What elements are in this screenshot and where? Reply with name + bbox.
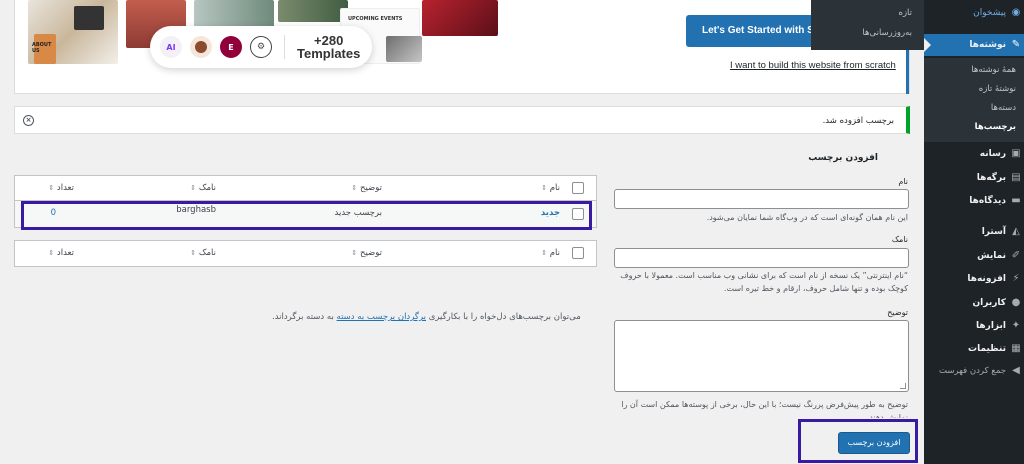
new-content-dropdown: تازه به‌روزرسانی‌ها <box>811 0 924 50</box>
slug-help-text: “نام اینترنتی” یک نسخه از نام است که برا… <box>620 271 908 293</box>
note-text-before: می‌توان برچسب‌های دل‌خواه را با بکارگیری <box>428 312 581 322</box>
select-all-checkbox-bottom[interactable] <box>572 247 584 259</box>
tag-slug-input[interactable] <box>614 248 909 268</box>
sidebar-sub-new-post[interactable]: نوشتهٔ تازه <box>924 80 1024 98</box>
conversion-note: می‌توان برچسب‌های دل‌خواه را با بکارگیری… <box>272 312 581 322</box>
template-thumb <box>74 6 104 30</box>
elementor-icon: E <box>220 36 242 58</box>
add-tag-title: افزودن برچسب <box>808 153 878 163</box>
sidebar-collapse-menu[interactable]: ◀ جمع کردن فهرست <box>924 361 1024 381</box>
sidebar-item-comments[interactable]: ▬ دیدگاه‌ها <box>924 190 1024 212</box>
wrench-icon: ✦ <box>1011 320 1021 331</box>
settings-icon: ▦ <box>1011 343 1021 354</box>
description-help-text: توضیح به طور پیش‌فرض پررنگ نیست؛ با این … <box>621 400 908 418</box>
name-label: نام <box>898 177 908 186</box>
pages-icon: ▤ <box>1011 172 1021 183</box>
highlight-box-row <box>21 201 592 230</box>
col-count-header[interactable]: تعداد ⇕ <box>48 176 74 201</box>
sidebar-item-appearance[interactable]: ✐ نمایش <box>924 245 1024 267</box>
tag-name-input[interactable] <box>614 189 909 209</box>
tags-table-footer: نام ⇕ توضیح ⇕ نامک ⇕ تعداد ⇕ <box>14 240 597 267</box>
brush-icon: ✐ <box>1011 250 1021 261</box>
tag-description-textarea[interactable] <box>614 320 909 392</box>
sidebar-item-astra[interactable]: ◭ آسترا <box>924 221 1024 243</box>
col-description-header[interactable]: توضیح ⇕ <box>351 176 382 201</box>
sort-icon: ⇕ <box>48 184 55 192</box>
dropdown-item-updates[interactable]: به‌روزرسانی‌ها <box>862 28 912 38</box>
sidebar-item-tools[interactable]: ✦ ابزارها <box>924 315 1024 337</box>
col-name-header[interactable]: نام ⇕ <box>541 176 560 201</box>
astra-icon: ◭ <box>1012 226 1020 237</box>
sidebar-item-media[interactable]: ▣ رسانه <box>924 143 1024 165</box>
note-text-after: به دسته برگرداند. <box>272 312 334 322</box>
sidebar-item-users[interactable]: ● کاربران <box>924 292 1024 314</box>
ai-icon: AI <box>160 36 182 58</box>
pill-divider <box>284 35 285 59</box>
pin-icon: ✎ <box>1011 39 1021 50</box>
thumb-caption: ABOUT US <box>32 42 52 54</box>
sidebar-sub-all-posts[interactable]: همهٔ نوشته‌ها <box>924 61 1024 79</box>
sort-icon: ⇕ <box>541 184 548 192</box>
thumb-caption: UPCOMING EVENTS <box>348 16 403 22</box>
sidebar-item-posts[interactable]: ✎ نوشته‌ها <box>924 34 1024 56</box>
wordpress-icon: ⚙ <box>250 36 272 58</box>
dismiss-notice-icon[interactable]: × <box>23 115 34 126</box>
template-thumb <box>422 0 498 36</box>
table-header: نام ⇕ توضیح ⇕ نامک ⇕ تعداد ⇕ <box>15 176 596 201</box>
dropdown-item-new[interactable]: تازه <box>898 8 912 18</box>
sort-icon: ⇕ <box>351 249 358 257</box>
col-slug-footer[interactable]: نامک ⇕ <box>190 241 216 266</box>
sidebar-item-settings[interactable]: ▦ تنظیمات <box>924 338 1024 360</box>
col-description-footer[interactable]: توضیح ⇕ <box>351 241 382 266</box>
sidebar-item-dashboard[interactable]: ◉ پیشخوان <box>924 2 1024 24</box>
sort-icon: ⇕ <box>541 249 548 257</box>
description-label: توضیح <box>887 308 908 317</box>
table-footer: نام ⇕ توضیح ⇕ نامک ⇕ تعداد ⇕ <box>15 241 596 266</box>
templates-count: +280 Templates <box>297 33 361 61</box>
templates-pill: AI E ⚙ +280 Templates <box>150 26 372 68</box>
sort-icon: ⇕ <box>351 184 358 192</box>
name-help-text: این نام همان گونه‌ای است که در وب‌گاه شم… <box>706 213 908 222</box>
build-from-scratch-link[interactable]: I want to build this website from scratc… <box>730 60 896 71</box>
col-name-footer[interactable]: نام ⇕ <box>541 241 560 266</box>
success-notice: برچسب افزوده شد. × <box>14 106 910 134</box>
media-icon: ▣ <box>1011 148 1021 159</box>
sort-icon: ⇕ <box>190 184 197 192</box>
add-tag-submit-button[interactable]: افزودن برچسب <box>838 432 910 454</box>
user-icon: ● <box>1011 297 1021 308</box>
dashboard-icon: ◉ <box>1011 7 1021 18</box>
select-all-checkbox[interactable] <box>572 182 584 194</box>
template-thumb <box>278 0 348 22</box>
template-thumb <box>386 36 422 62</box>
tag-to-category-link[interactable]: برگردان برچسب به دسته <box>337 312 426 322</box>
slug-label: نامک <box>891 235 908 244</box>
sidebar-sub-tags[interactable]: برچسب‌ها <box>924 118 1024 136</box>
sort-icon: ⇕ <box>190 249 197 257</box>
comments-icon: ▬ <box>1011 195 1021 206</box>
sidebar-item-pages[interactable]: ▤ برگه‌ها <box>924 167 1024 189</box>
active-menu-arrow <box>924 38 931 52</box>
main-content: ABOUT US UPCOMING EVENTS AI E ⚙ +280 Tem… <box>0 0 924 464</box>
col-count-footer[interactable]: تعداد ⇕ <box>48 241 74 266</box>
sort-icon: ⇕ <box>48 249 55 257</box>
sidebar-sub-categories[interactable]: دسته‌ها <box>924 99 1024 117</box>
resize-handle[interactable] <box>900 383 906 389</box>
sidebar-item-plugins[interactable]: ⚡ افزونه‌ها <box>924 268 1024 290</box>
plugin-icon: ⚡ <box>1012 273 1020 284</box>
collapse-icon: ◀ <box>1012 365 1020 376</box>
avatar-icon <box>190 36 212 58</box>
notice-text: برچسب افزوده شد. <box>822 116 894 126</box>
